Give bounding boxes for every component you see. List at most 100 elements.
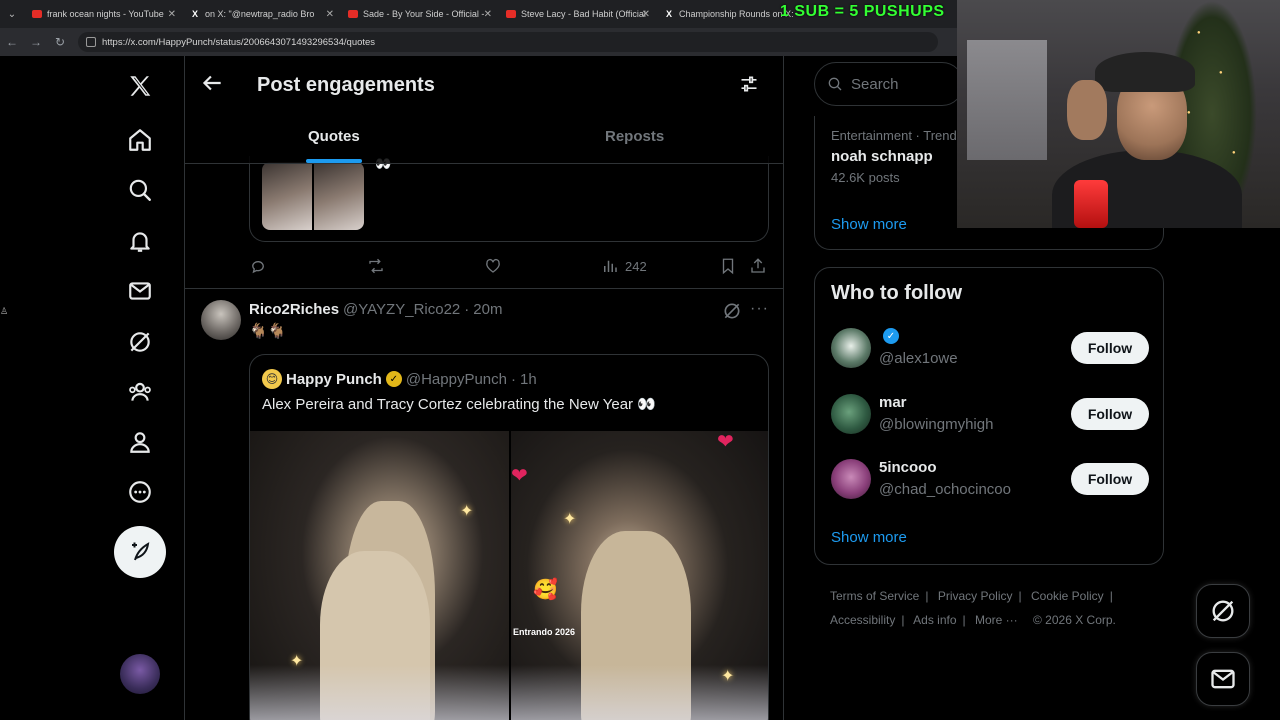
browser-tab[interactable]: X on X: "@newtrap_radio Bro ✕	[182, 0, 340, 28]
grok-explain-icon[interactable]	[722, 301, 742, 321]
browser-reload-icon[interactable]: ↻	[48, 35, 72, 49]
quoted-post-card[interactable]: 😊 Happy Punch ✓ @HappyPunch · 1h Alex Pe…	[249, 354, 769, 720]
filter-settings-button[interactable]	[739, 74, 759, 94]
x-logo-icon[interactable]	[118, 64, 162, 108]
post-author-name[interactable]: Rico2Riches	[249, 301, 339, 318]
follow-suggestion[interactable]: ✓ @alex1owe Follow	[831, 328, 1149, 372]
url-field[interactable]: https://x.com/HappyPunch/status/20066430…	[78, 32, 938, 52]
bookmark-button[interactable]	[719, 257, 737, 275]
post-author-handle[interactable]: @YAYZY_Rico22	[343, 301, 460, 318]
sparkler-icon: ✦	[563, 511, 577, 528]
tab-search-chevron-icon[interactable]: ⌄	[0, 0, 24, 28]
sparkler-icon: ✦	[290, 653, 304, 670]
footer-link-more[interactable]: More ···	[975, 613, 1018, 627]
footer-link-privacy[interactable]: Privacy Policy	[938, 589, 1013, 603]
who-to-follow-card: Who to follow ✓ @alex1owe Follow mar @bl…	[814, 267, 1164, 565]
home-icon[interactable]	[118, 118, 162, 162]
previous-post-quote-card[interactable]	[249, 156, 769, 242]
like-button[interactable]	[484, 257, 502, 275]
grok-icon[interactable]	[118, 320, 162, 364]
suggestion-name[interactable]: ✓	[879, 328, 899, 344]
suggestion-avatar[interactable]	[831, 394, 871, 434]
repost-button[interactable]	[367, 257, 385, 275]
previous-post-media[interactable]	[262, 162, 364, 230]
tab-reposts[interactable]: Reposts	[605, 128, 664, 145]
tree-light: ●	[1232, 150, 1236, 156]
share-icon	[751, 258, 765, 273]
footer-link-accessibility[interactable]: Accessibility	[830, 613, 895, 627]
account-avatar[interactable]	[120, 654, 160, 694]
grok-floating-button[interactable]	[1196, 584, 1250, 638]
x-icon: X	[191, 9, 198, 19]
photo-caption: Entrando 2026	[513, 627, 576, 637]
back-button[interactable]	[199, 70, 225, 96]
quoted-photo-2[interactable]: ❤ ❤ ✦ ✦ 🥰 Entrando 2026	[511, 431, 768, 720]
site-info-icon[interactable]	[86, 37, 96, 47]
follow-button[interactable]: Follow	[1071, 463, 1149, 495]
post-author-avatar[interactable]	[201, 300, 241, 340]
tab-quotes[interactable]: Quotes	[308, 128, 360, 145]
quoted-post-media[interactable]: ✦ ✦ ❤ ❤ ✦ ✦ 🥰 Entrando 2026	[250, 431, 768, 720]
footer-link-terms[interactable]: Terms of Service	[830, 589, 919, 603]
reply-button[interactable]	[249, 257, 267, 275]
tree-light: ●	[1197, 30, 1201, 36]
tab-close-icon[interactable]: ✕	[484, 9, 492, 20]
verified-badge-icon: ✓	[385, 371, 402, 387]
profile-icon[interactable]	[118, 420, 162, 464]
browser-tab[interactable]: Steve Lacy - Bad Habit (Official ✕	[498, 0, 656, 28]
messages-floating-button[interactable]	[1196, 652, 1250, 706]
more-circle-icon[interactable]	[118, 470, 162, 514]
suggestion-handle[interactable]: @chad_ochocincoo	[879, 481, 1011, 498]
suggestion-display-name: 5incooo	[879, 459, 937, 476]
tab-close-icon[interactable]: ✕	[326, 9, 334, 20]
browser-tab[interactable]: frank ocean nights - YouTube ✕	[24, 0, 182, 28]
trend-title[interactable]: noah schnapp	[831, 148, 933, 165]
quoted-author-handle: @HappyPunch	[405, 370, 507, 388]
messages-envelope-icon	[1211, 669, 1235, 689]
webcam-person-cap	[1095, 52, 1195, 92]
follow-button[interactable]: Follow	[1071, 398, 1149, 430]
follow-suggestion[interactable]: mar @blowingmyhigh Follow	[831, 394, 1149, 438]
bookmark-icon	[722, 258, 734, 275]
trends-show-more-link[interactable]: Show more	[831, 216, 907, 233]
suggestion-name[interactable]: 5incooo	[879, 459, 937, 476]
footer-link-cookies[interactable]: Cookie Policy	[1031, 589, 1104, 603]
webcam-red-speaker	[1074, 180, 1108, 228]
explore-search-icon[interactable]	[118, 168, 162, 212]
post-more-icon[interactable]: ···	[750, 300, 769, 318]
browser-tab-title: on X: "@newtrap_radio Bro	[205, 9, 315, 19]
browser-back-icon[interactable]: ←	[0, 35, 24, 49]
heart-emoji-icon: ❤	[717, 431, 734, 453]
suggestion-name[interactable]: mar	[879, 394, 907, 411]
browser-tab[interactable]: Sade - By Your Side - Official - ✕	[340, 0, 498, 28]
previous-post-actions: 242	[249, 256, 769, 276]
follow-button[interactable]: Follow	[1071, 332, 1149, 364]
x-icon: X	[665, 9, 672, 19]
post-timestamp[interactable]: 20m	[473, 301, 502, 318]
tab-close-icon[interactable]: ✕	[642, 9, 650, 20]
search-input[interactable]: Search	[814, 62, 964, 106]
footer-link-ads-info[interactable]: Ads info	[913, 613, 956, 627]
views-button[interactable]: 242	[601, 257, 647, 275]
notifications-bell-icon[interactable]	[118, 219, 162, 263]
share-button[interactable]	[749, 257, 767, 275]
suggestion-handle[interactable]: @blowingmyhigh	[879, 416, 993, 433]
follow-suggestion[interactable]: 5incooo @chad_ochocincoo Follow	[831, 459, 1149, 503]
suggestion-handle[interactable]: @alex1owe	[879, 350, 958, 367]
messages-envelope-icon[interactable]	[118, 269, 162, 313]
compose-post-button[interactable]	[114, 526, 166, 578]
reply-icon	[252, 261, 264, 274]
browser-tab-title: frank ocean nights - YouTube	[47, 9, 164, 19]
communities-icon[interactable]	[118, 370, 162, 414]
quoted-author-avatar: 😊	[262, 369, 282, 389]
who-to-follow-show-more-link[interactable]: Show more	[831, 529, 907, 546]
search-placeholder: Search	[851, 75, 899, 93]
suggestion-avatar[interactable]	[831, 328, 871, 368]
page-header: Post engagements Quotes Reposts	[185, 56, 783, 164]
quoted-photo-1[interactable]: ✦ ✦	[250, 431, 509, 720]
browser-forward-icon[interactable]: →	[24, 35, 48, 49]
tree-light: ●	[1187, 110, 1191, 116]
suggestion-avatar[interactable]	[831, 459, 871, 499]
footer-copyright: © 2026 X Corp.	[1033, 613, 1116, 627]
tab-close-icon[interactable]: ✕	[168, 9, 176, 20]
